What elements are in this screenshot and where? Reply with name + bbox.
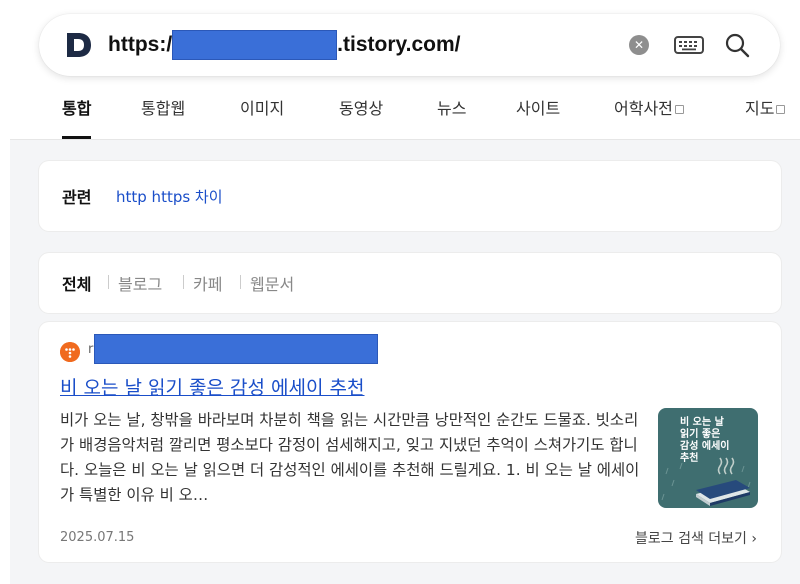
related-label: 관련 [62, 188, 92, 207]
redaction-box [172, 30, 338, 60]
url-prefix: https:/ [108, 33, 173, 56]
more-blog-results-link[interactable]: 블로그 검색 더보기 › [635, 528, 757, 548]
tab-images[interactable]: 이미지 [240, 90, 284, 140]
result-snippet: 비가 오는 날, 창밖을 바라보며 차분히 책을 읽는 시간만큼 낭만적인 순간… [60, 411, 640, 504]
search-result-card: r 비 오는 날 읽기 좋은 감성 에세이 추천 비가 오는 날, 창밖을 바라… [39, 322, 781, 562]
result-date: 2025.07.15 [60, 530, 135, 545]
related-searches-card: 관련 http https 차이 [39, 161, 781, 231]
tab-dictionary[interactable]: 어학사전 [614, 90, 684, 140]
search-tabs: 통합 통합웹 이미지 동영상 뉴스 사이트 어학사전 지도 [0, 90, 800, 140]
redaction-box [94, 334, 378, 364]
chevron-right-icon: › [751, 531, 757, 547]
filter-web-docs[interactable]: 웹문서 [250, 271, 294, 295]
result-title-link[interactable]: 비 오는 날 읽기 좋은 감성 에세이 추천 [60, 373, 364, 400]
related-search-link[interactable]: http https 차이 [116, 186, 223, 207]
filter-blog[interactable]: 블로그 [118, 271, 162, 295]
filter-all[interactable]: 전체 [62, 271, 91, 295]
filter-divider [183, 275, 184, 289]
source-name[interactable]: r [88, 342, 93, 357]
search-icon[interactable] [723, 31, 751, 59]
url-suffix: .tistory.com/ [337, 33, 461, 56]
result-thumbnail[interactable]: 비 오는 날 읽기 좋은 감성 에세이 추천 [658, 408, 758, 508]
tab-news[interactable]: 뉴스 [437, 90, 466, 140]
tistory-icon [60, 342, 80, 362]
tab-integrated-web[interactable]: 통합웹 [141, 90, 185, 140]
filter-divider [240, 275, 241, 289]
daum-d-logo[interactable] [65, 31, 93, 59]
search-bar[interactable]: https:/ .tistory.com/ ✕ [39, 14, 780, 76]
thumbnail-caption: 비 오는 날 읽기 좋은 감성 에세이 추천 [680, 417, 730, 464]
tab-sites[interactable]: 사이트 [516, 90, 560, 140]
tab-map[interactable]: 지도 [745, 90, 786, 140]
tab-videos[interactable]: 동영상 [339, 90, 383, 140]
external-link-icon [674, 105, 684, 114]
filter-cafe[interactable]: 카페 [193, 271, 222, 295]
clear-icon[interactable]: ✕ [629, 35, 649, 55]
result-filter-bar: 전체 블로그 카페 웹문서 [39, 253, 781, 313]
keyboard-icon[interactable] [673, 33, 705, 57]
external-link-icon [776, 105, 786, 114]
search-input[interactable]: https:/ .tistory.com/ [108, 30, 461, 60]
filter-divider [108, 275, 109, 289]
tab-integrated[interactable]: 통합 [62, 90, 92, 140]
